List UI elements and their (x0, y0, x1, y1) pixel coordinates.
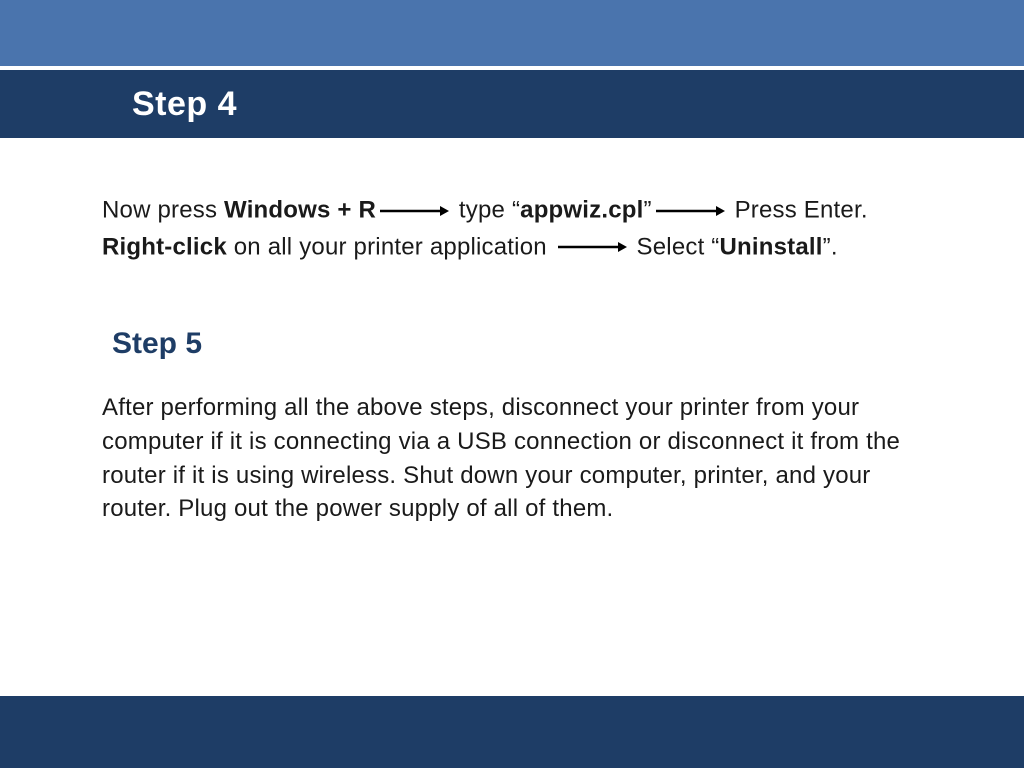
slide: Step 4 Now press Windows + R type “appwi… (0, 0, 1024, 768)
bottom-band (0, 696, 1024, 768)
content-area: Now press Windows + R type “appwiz.cpl” … (102, 192, 922, 526)
arrow-right-icon (654, 204, 726, 218)
text-segment: Now press (102, 197, 224, 224)
text-segment: Select “ (630, 233, 720, 260)
bottom-diagonal-shape (0, 696, 1024, 768)
arrow-right-icon (556, 240, 628, 254)
step5-section: Step 5 After performing all the above st… (102, 327, 922, 525)
appwiz-bold: appwiz.cpl (520, 197, 643, 224)
step5-body: After performing all the above steps, di… (102, 391, 922, 525)
text-segment: Press Enter. (728, 197, 868, 224)
instruction-line-2: Right-click on all your printer applicat… (102, 229, 922, 266)
text-segment: ” (644, 197, 652, 224)
step4-title: Step 4 (132, 85, 237, 124)
uninstall-bold: Uninstall (720, 233, 823, 260)
arrow-right-icon (378, 204, 450, 218)
title-band: Step 4 (0, 70, 1024, 138)
text-segment: ”. (823, 233, 838, 260)
text-segment: on all your printer application (227, 233, 554, 260)
text-segment: type “ (452, 197, 520, 224)
instruction-line-1: Now press Windows + R type “appwiz.cpl” … (102, 192, 922, 229)
rightclick-bold: Right-click (102, 233, 227, 260)
top-band (0, 0, 1024, 66)
windows-r-bold: Windows + R (224, 197, 376, 224)
step5-heading: Step 5 (112, 327, 922, 361)
